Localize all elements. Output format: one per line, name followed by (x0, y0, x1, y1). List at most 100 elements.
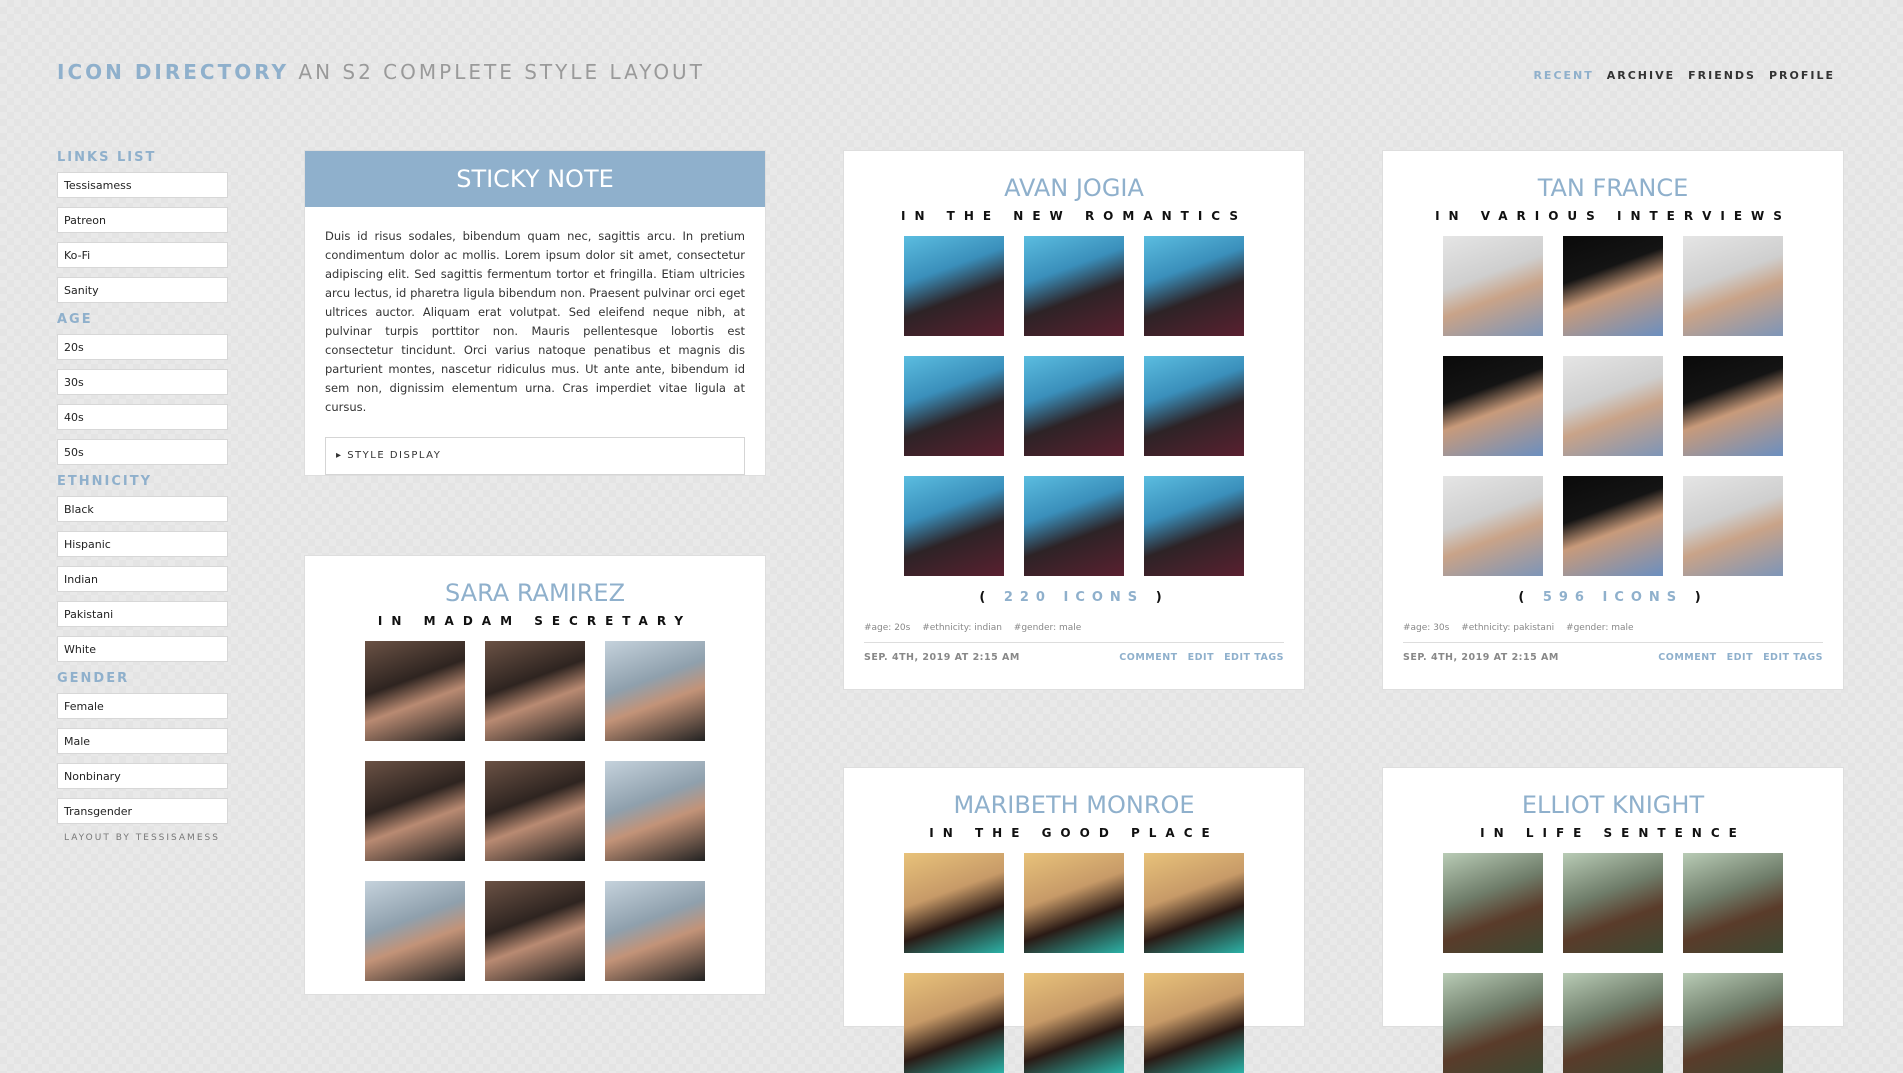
icon-thumbnail[interactable] (1683, 476, 1783, 576)
icon-thumbnail[interactable] (1443, 356, 1543, 456)
sidebar-item-hispanic[interactable]: Hispanic (57, 531, 228, 557)
icon-thumbnail[interactable] (1683, 236, 1783, 336)
nav-friends[interactable]: FRIENDS (1688, 69, 1756, 82)
icon-thumbnail[interactable] (1024, 973, 1124, 1073)
icon-thumbnail[interactable] (904, 236, 1004, 336)
sidebar-item-female[interactable]: Female (57, 693, 228, 719)
post-date[interactable]: SEP. 4TH, 2019 AT 2:15 AM (864, 652, 1020, 663)
age-list: 20s 30s 40s 50s (57, 334, 228, 465)
post-footer: SEP. 4TH, 2019 AT 2:15 AM COMMENT EDIT EDI… (1403, 642, 1823, 663)
icon-thumbnail[interactable] (1563, 356, 1663, 456)
sidebar-item-nonbinary[interactable]: Nonbinary (57, 763, 228, 789)
edit-tags-link[interactable]: EDIT TAGS (1224, 652, 1284, 663)
icon-thumbnail[interactable] (1683, 356, 1783, 456)
icon-thumbnail[interactable] (904, 973, 1004, 1073)
icon-grid (365, 641, 705, 981)
site-title-main: ICON DIRECTORY (57, 60, 290, 84)
icon-thumbnail[interactable] (1024, 476, 1124, 576)
icon-thumbnail[interactable] (1144, 853, 1244, 953)
post-title[interactable]: ELLIOT KNIGHT (1383, 790, 1843, 820)
icon-thumbnail[interactable] (605, 761, 705, 861)
comment-link[interactable]: COMMENT (1119, 652, 1177, 663)
nav-archive[interactable]: ARCHIVE (1607, 69, 1675, 82)
tag-link[interactable]: #ethnicity: indian (922, 623, 1002, 633)
icon-thumbnail[interactable] (1144, 973, 1244, 1073)
icon-thumbnail[interactable] (1024, 356, 1124, 456)
icon-count[interactable]: ( 596 ICONS ) (1383, 590, 1843, 605)
icon-thumbnail[interactable] (1683, 973, 1783, 1073)
post-title[interactable]: MARIBETH MONROE (844, 790, 1304, 820)
icon-thumbnail[interactable] (605, 881, 705, 981)
icon-thumbnail[interactable] (1563, 973, 1663, 1073)
icon-thumbnail[interactable] (1443, 853, 1543, 953)
sidebar-item-black[interactable]: Black (57, 496, 228, 522)
icon-thumbnail[interactable] (365, 641, 465, 741)
post-card-elliot: ELLIOT KNIGHT IN LIFE SENTENCE (1382, 767, 1844, 1073)
icon-thumbnail[interactable] (1024, 853, 1124, 953)
icon-thumbnail[interactable] (1563, 476, 1663, 576)
tag-link[interactable]: #age: 20s (864, 623, 910, 633)
post-subtitle: IN LIFE SENTENCE (1480, 826, 1746, 840)
post-date[interactable]: SEP. 4TH, 2019 AT 2:15 AM (1403, 652, 1559, 663)
style-display-toggle[interactable]: ▸ STYLE DISPLAY (325, 437, 745, 475)
site-title[interactable]: ICON DIRECTORY AN S2 COMPLETE STYLE LAYO… (57, 60, 705, 84)
icon-thumbnail[interactable] (485, 881, 585, 981)
sidebar-item-tessisamess[interactable]: Tessisamess (57, 172, 228, 198)
icon-thumbnail[interactable] (1144, 476, 1244, 576)
sidebar: LINKS LIST Tessisamess Patreon Ko-Fi San… (57, 150, 228, 843)
sidebar-item-patreon[interactable]: Patreon (57, 207, 228, 233)
nav-recent[interactable]: RECENT (1533, 69, 1593, 82)
post-actions: COMMENT EDIT EDIT TAGS (1109, 652, 1284, 663)
nav-profile[interactable]: PROFILE (1769, 69, 1835, 82)
icon-thumbnail[interactable] (904, 853, 1004, 953)
layout-credit[interactable]: LAYOUT BY TESSISAMESS (57, 833, 228, 843)
icon-thumbnail[interactable] (1443, 973, 1543, 1073)
tag-link[interactable]: #gender: male (1566, 623, 1634, 633)
icon-thumbnail[interactable] (1443, 236, 1543, 336)
edit-tags-link[interactable]: EDIT TAGS (1763, 652, 1823, 663)
sidebar-item-20s[interactable]: 20s (57, 334, 228, 360)
icon-grid (1443, 853, 1783, 1073)
sidebar-item-sanity[interactable]: Sanity (57, 277, 228, 303)
links-list: Tessisamess Patreon Ko-Fi Sanity (57, 172, 228, 303)
sidebar-item-male[interactable]: Male (57, 728, 228, 754)
edit-link[interactable]: EDIT (1188, 652, 1214, 663)
icon-thumbnail[interactable] (365, 761, 465, 861)
icon-thumbnail[interactable] (605, 641, 705, 741)
icon-thumbnail[interactable] (904, 356, 1004, 456)
sidebar-item-indian[interactable]: Indian (57, 566, 228, 592)
sidebar-item-40s[interactable]: 40s (57, 404, 228, 430)
post-footer: SEP. 4TH, 2019 AT 2:15 AM COMMENT EDIT EDI… (864, 642, 1284, 663)
post-title[interactable]: SARA RAMIREZ (305, 578, 765, 608)
icon-count[interactable]: ( 220 ICONS ) (844, 590, 1304, 605)
post-card-avan: AVAN JOGIA IN THE NEW ROMANTICS ( 220 IC… (843, 150, 1305, 690)
icon-thumbnail[interactable] (1563, 236, 1663, 336)
icon-thumbnail[interactable] (485, 761, 585, 861)
icon-thumbnail[interactable] (485, 641, 585, 741)
sidebar-item-transgender[interactable]: Transgender (57, 798, 228, 824)
post-title[interactable]: TAN FRANCE (1383, 173, 1843, 203)
gender-list: Female Male Nonbinary Transgender (57, 693, 228, 824)
icon-thumbnail[interactable] (365, 881, 465, 981)
icon-thumbnail[interactable] (1144, 236, 1244, 336)
post-subtitle: IN MADAM SECRETARY (377, 614, 693, 628)
icon-thumbnail[interactable] (1443, 476, 1543, 576)
edit-link[interactable]: EDIT (1727, 652, 1753, 663)
comment-link[interactable]: COMMENT (1658, 652, 1716, 663)
icon-thumbnail[interactable] (1024, 236, 1124, 336)
tag-link[interactable]: #ethnicity: pakistani (1461, 623, 1554, 633)
icon-thumbnail[interactable] (1563, 853, 1663, 953)
sidebar-item-pakistani[interactable]: Pakistani (57, 601, 228, 627)
tag-link[interactable]: #age: 30s (1403, 623, 1449, 633)
sidebar-item-kofi[interactable]: Ko-Fi (57, 242, 228, 268)
icon-thumbnail[interactable] (1144, 356, 1244, 456)
sidebar-item-white[interactable]: White (57, 636, 228, 662)
sidebar-item-30s[interactable]: 30s (57, 369, 228, 395)
post-subtitle: IN THE NEW ROMANTICS (901, 209, 1247, 223)
sidebar-item-50s[interactable]: 50s (57, 439, 228, 465)
icon-count-number: 220 ICONS (1003, 590, 1145, 605)
icon-thumbnail[interactable] (904, 476, 1004, 576)
icon-thumbnail[interactable] (1683, 853, 1783, 953)
tag-link[interactable]: #gender: male (1014, 623, 1082, 633)
post-title[interactable]: AVAN JOGIA (844, 173, 1304, 203)
